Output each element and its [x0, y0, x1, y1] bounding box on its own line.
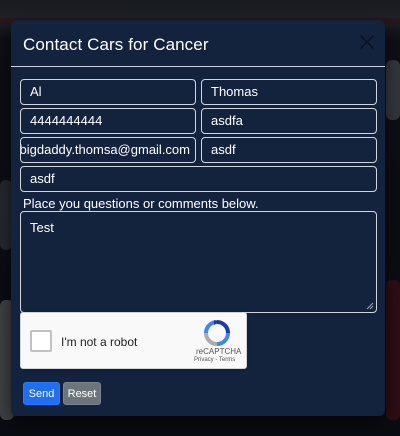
text-field-4[interactable]: asdfa	[201, 108, 377, 134]
contact-modal: Contact Cars for Cancer Al Thomas 444444…	[11, 20, 385, 416]
last-name-field[interactable]: Thomas	[201, 79, 377, 105]
text-field-6[interactable]: asdf	[201, 137, 377, 163]
reset-button[interactable]: Reset	[63, 382, 101, 405]
phone-field[interactable]: 4444444444	[20, 108, 196, 134]
text-field-7[interactable]: asdf	[20, 166, 377, 192]
email-field[interactable]: bigdaddy.thomsa@gmail.com	[20, 137, 196, 163]
comments-textarea[interactable]: Test	[20, 211, 377, 313]
modal-header: Contact Cars for Cancer	[11, 20, 385, 67]
recaptcha-widget: I'm not a robot reCAPTCHA Privacy - Term…	[20, 312, 247, 369]
resize-grip-icon[interactable]	[366, 302, 374, 310]
recaptcha-links[interactable]: Privacy - Terms	[194, 357, 235, 363]
close-icon[interactable]	[358, 33, 376, 51]
comments-text: Test	[30, 220, 54, 235]
modal-title: Contact Cars for Cancer	[23, 35, 209, 54]
first-name-field[interactable]: Al	[20, 79, 196, 105]
recaptcha-brand: reCAPTCHA	[196, 347, 242, 356]
recaptcha-checkbox[interactable]	[30, 330, 52, 352]
recaptcha-label: I'm not a robot	[61, 335, 138, 349]
comments-help-text: Place you questions or comments below.	[23, 196, 259, 211]
send-button[interactable]: Send	[23, 382, 60, 405]
recaptcha-logo-icon	[204, 320, 230, 346]
